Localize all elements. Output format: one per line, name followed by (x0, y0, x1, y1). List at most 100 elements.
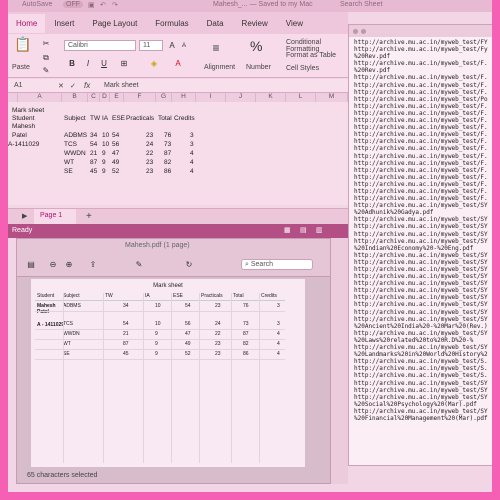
url-line[interactable]: %20Rev.pdf (354, 67, 488, 74)
url-line[interactable]: %20Social%20Psychology%20(Mar).pdf (354, 401, 488, 408)
url-line[interactable]: http://archive.mu.ac.in/myweb_test/F. (354, 131, 488, 138)
ia-cell[interactable]: 9 (102, 159, 106, 166)
ese-cell[interactable]: 52 (112, 168, 119, 175)
save-icon[interactable]: ▣ (88, 1, 95, 9)
header-cell[interactable]: Practicals (126, 115, 154, 122)
credits-cell[interactable]: 3 (190, 141, 194, 148)
url-line[interactable]: http://archive.mu.ac.in/myweb_test/Po (354, 96, 488, 103)
tab-review[interactable]: Review (233, 19, 277, 28)
autosave-toggle[interactable]: OFF (63, 1, 83, 8)
url-line[interactable]: http://archive.mu.ac.in/myweb_test/F. (354, 74, 488, 81)
url-line[interactable]: http://archive.mu.ac.in/myweb_test/SY (354, 202, 488, 209)
url-line[interactable]: http://archive.mu.ac.in/myweb_test/S. (354, 358, 488, 365)
font-color-icon[interactable]: A (172, 58, 184, 70)
url-line[interactable]: http://archive.mu.ac.in/myweb_test/S. (354, 365, 488, 372)
ese-cell[interactable]: 47 (112, 150, 119, 157)
format-painter-icon[interactable]: ✎ (40, 65, 52, 77)
url-line[interactable]: http://archive.mu.ac.in/myweb_test/F. (354, 117, 488, 124)
column-header[interactable]: H (172, 93, 196, 102)
add-sheet-icon[interactable]: + (86, 211, 92, 222)
url-line[interactable]: http://archive.mu.ac.in/myweb_test/F. (354, 103, 488, 110)
tab-data[interactable]: Data (198, 19, 233, 28)
url-line[interactable]: %20Laws%20related%20to%20R.D%20-% (354, 337, 488, 344)
sheet-nav-icon[interactable]: ▶ (22, 212, 27, 220)
tab-home[interactable]: Home (8, 13, 46, 33)
header-cell[interactable]: Credits (174, 115, 195, 122)
sheet-title-cell[interactable]: Mark sheet (12, 107, 44, 114)
search-sheet-label[interactable]: Search Sheet (340, 1, 382, 8)
format-as-table-button[interactable]: Format as Table (286, 52, 336, 59)
url-line[interactable]: %20Ancient%20India%20-%20Mar%20(Rev.) (354, 323, 488, 330)
url-line[interactable]: %20Adhunik%20Gadya.pdf (354, 209, 488, 216)
url-line[interactable]: http://archive.mu.ac.in/myweb_test/SY (354, 238, 488, 245)
url-line[interactable]: %20Landmarks%20in%20World%20History%2 (354, 351, 488, 358)
url-line[interactable]: http://archive.mu.ac.in/myweb_test/F. (354, 89, 488, 96)
ia-cell[interactable]: 9 (102, 168, 106, 175)
header-cell[interactable]: Subject (64, 115, 86, 122)
alignment-icon[interactable]: ≡ (210, 42, 222, 54)
url-line[interactable]: http://archive.mu.ac.in/myweb_test/SY (354, 387, 488, 394)
ia-cell[interactable]: 9 (102, 150, 106, 157)
tw-cell[interactable]: 34 (90, 132, 97, 139)
subject-cell[interactable]: SE (64, 168, 73, 175)
borders-icon[interactable]: ⊞ (118, 58, 130, 70)
cell-styles-button[interactable]: Cell Styles (286, 65, 319, 72)
url-line[interactable]: http://archive.mu.ac.in/myweb_test/Fy (354, 46, 488, 53)
fx-icon[interactable]: fx (84, 81, 90, 90)
tab-insert[interactable]: Insert (45, 19, 83, 28)
url-line[interactable]: http://archive.mu.ac.in/myweb_test/S. (354, 372, 488, 379)
url-line[interactable]: http://archive.mu.ac.in/myweb_test/F. (354, 110, 488, 117)
url-line[interactable]: http://archive.mu.ac.in/myweb_test/SY (354, 316, 488, 323)
practicals-cell[interactable]: 23 (146, 159, 153, 166)
practicals-cell[interactable]: 24 (146, 141, 153, 148)
url-line[interactable]: http://archive.mu.ac.in/myweb_test/SY (354, 408, 488, 415)
column-header[interactable]: D (100, 93, 110, 102)
font-name-select[interactable]: Calibri (64, 40, 136, 51)
header-cell[interactable]: TW (90, 115, 100, 122)
column-header[interactable]: J (226, 93, 256, 102)
underline-button[interactable]: U (98, 58, 110, 70)
subject-cell[interactable]: TCS (64, 141, 77, 148)
ese-cell[interactable]: 49 (112, 159, 119, 166)
confirm-icon[interactable]: ✓ (70, 82, 76, 90)
italic-button[interactable]: I (82, 58, 94, 70)
ese-cell[interactable]: 56 (112, 141, 119, 148)
tw-cell[interactable]: 21 (90, 150, 97, 157)
column-header[interactable]: A (18, 93, 62, 102)
column-header[interactable]: E (110, 93, 124, 102)
markup-icon[interactable]: ✎ (133, 259, 145, 271)
url-line[interactable]: http://archive.mu.ac.in/myweb_test/F. (354, 160, 488, 167)
column-header[interactable]: M (316, 93, 348, 102)
total-cell[interactable]: 86 (164, 168, 171, 175)
close-icon[interactable] (353, 28, 358, 34)
url-line[interactable]: http://archive.mu.ac.in/myweb_test/F. (354, 145, 488, 152)
text-editor-window[interactable]: http://archive.mu.ac.in/myweb_test/FY htt… (348, 24, 492, 466)
student-name-cell[interactable]: Mahesh (12, 123, 35, 130)
tab-page-layout[interactable]: Page Layout (83, 19, 146, 28)
subject-cell[interactable]: ADBMS (64, 132, 87, 139)
url-line[interactable]: http://archive.mu.ac.in/myweb_test/F. (354, 138, 488, 145)
url-line[interactable]: http://archive.mu.ac.in/myweb_test/F. (354, 82, 488, 89)
url-line[interactable]: http://archive.mu.ac.in/myweb_test/SY (354, 252, 488, 259)
url-line[interactable]: http://archive.mu.ac.in/myweb_test/F. (354, 167, 488, 174)
tw-cell[interactable]: 45 (90, 168, 97, 175)
decrease-font-icon[interactable]: A (178, 40, 190, 52)
url-line[interactable]: http://archive.mu.ac.in/myweb_test/SY (354, 344, 488, 351)
url-line[interactable]: %20Financial%20Management%20(Mar).pdf (354, 415, 488, 422)
credits-cell[interactable]: 3 (190, 132, 194, 139)
cut-icon[interactable]: ✂ (40, 38, 52, 50)
tw-cell[interactable]: 87 (90, 159, 97, 166)
header-cell[interactable]: IA (102, 115, 108, 122)
column-header[interactable]: B (62, 93, 88, 102)
normal-view-icon[interactable]: ▦ (284, 226, 291, 234)
page-layout-icon[interactable]: ▤ (300, 226, 307, 234)
url-line[interactable]: http://archive.mu.ac.in/myweb_test/SY (354, 309, 488, 316)
column-header[interactable]: F (124, 93, 156, 102)
ese-cell[interactable]: 54 (112, 132, 119, 139)
total-cell[interactable]: 73 (164, 141, 171, 148)
url-line[interactable]: http://archive.mu.ac.in/myweb_test/F. (354, 181, 488, 188)
copy-icon[interactable]: ⧉ (40, 52, 52, 64)
credits-cell[interactable]: 4 (190, 168, 194, 175)
url-line[interactable]: http://archive.mu.ac.in/myweb_test/F. (354, 153, 488, 160)
sidebar-icon[interactable]: ▤ (25, 259, 37, 271)
